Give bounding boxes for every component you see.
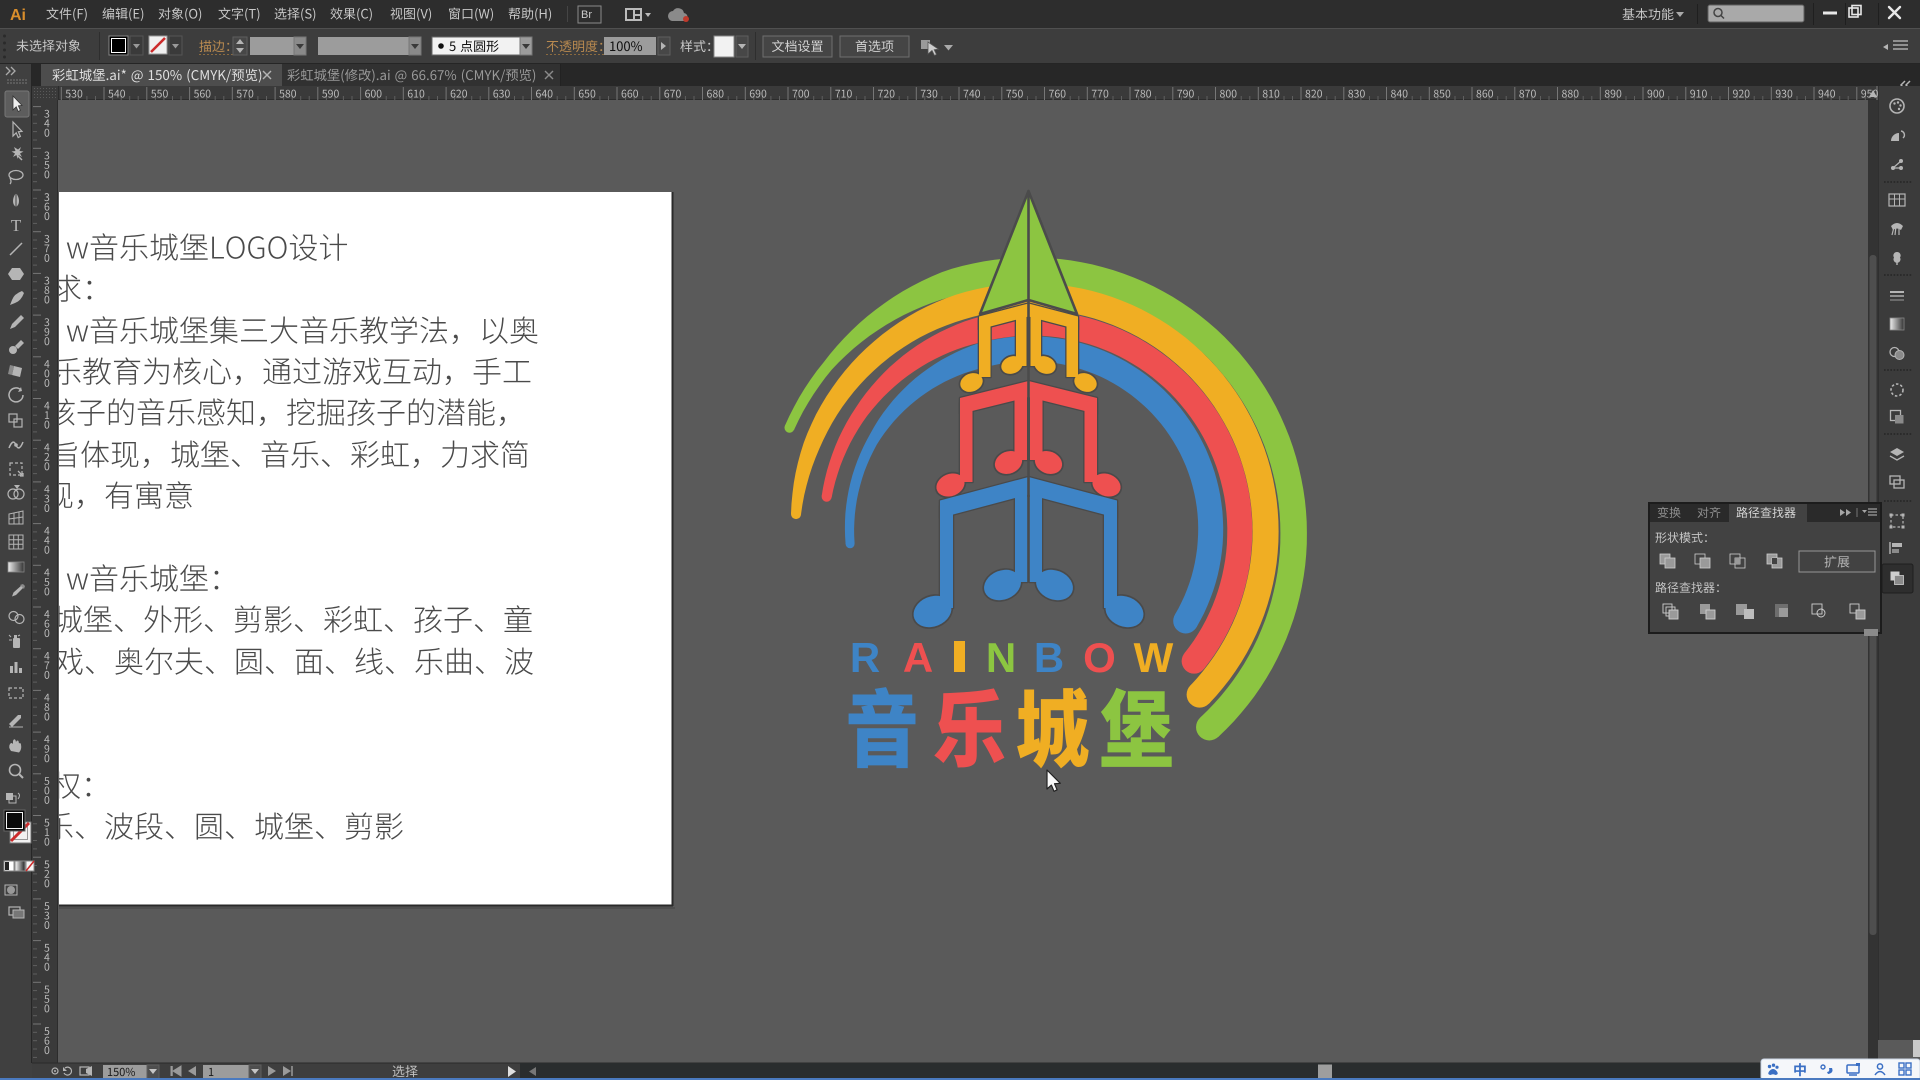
svg-text:A: A — [903, 634, 933, 681]
svg-text:T: T — [11, 216, 22, 235]
svg-text:R: R — [850, 634, 880, 681]
svg-text:O: O — [1083, 634, 1116, 681]
svg-text:Ai: Ai — [10, 7, 26, 24]
svg-text:Br: Br — [581, 9, 592, 21]
svg-text:W: W — [1134, 634, 1174, 681]
svg-text:N: N — [986, 634, 1016, 681]
svg-text:B: B — [1034, 634, 1064, 681]
